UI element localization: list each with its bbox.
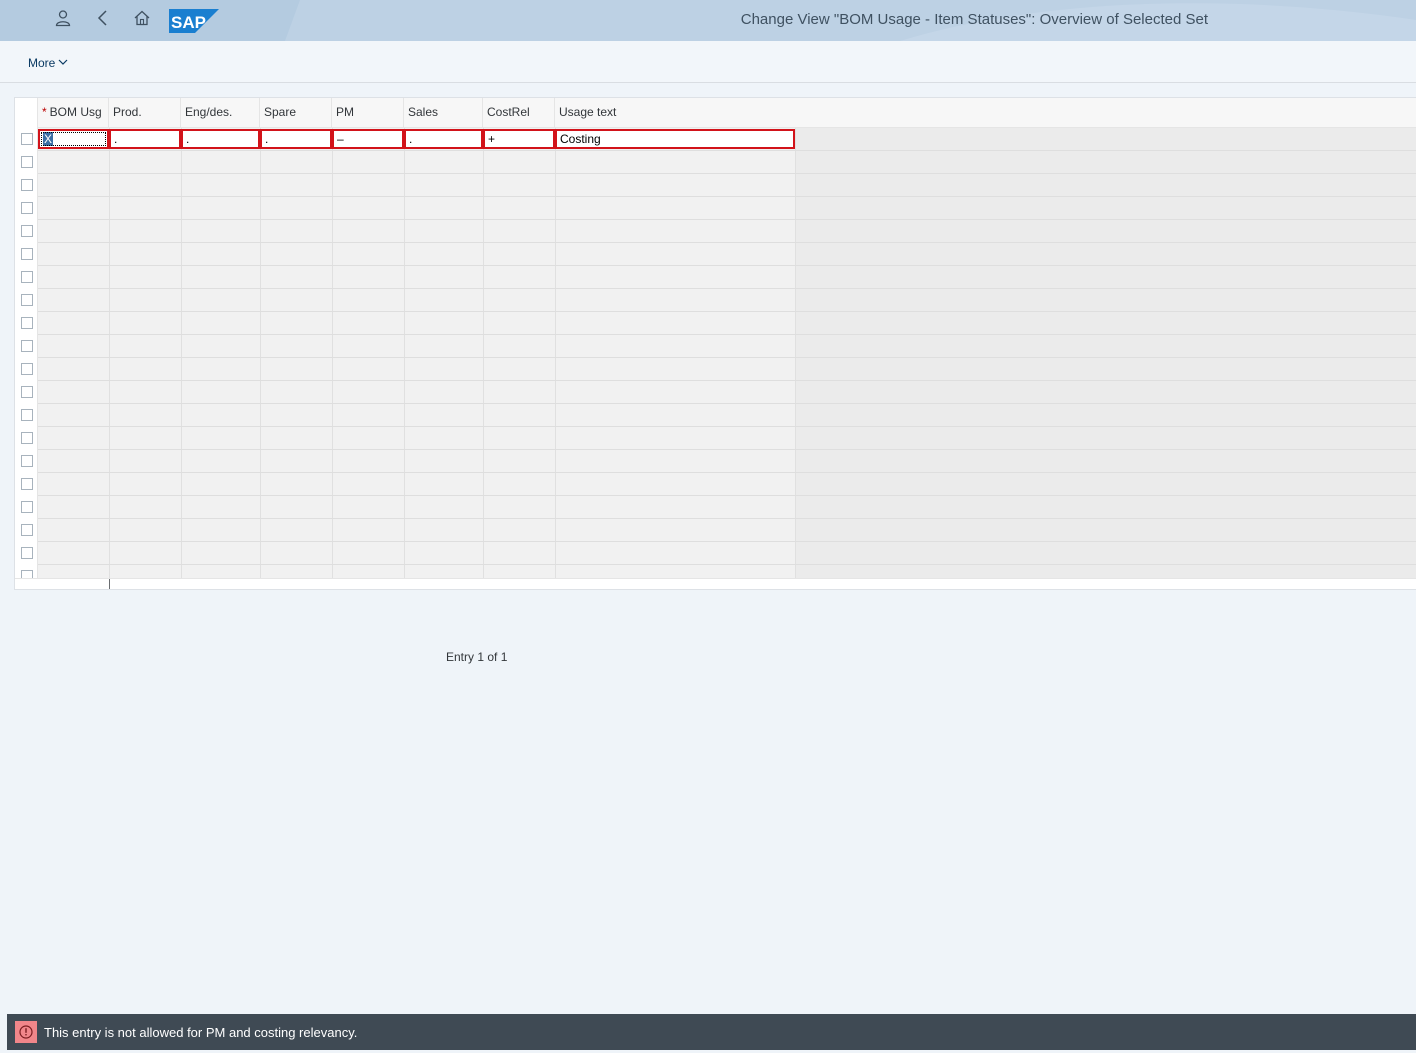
row-divider xyxy=(38,380,1416,381)
row-divider xyxy=(38,495,1416,496)
column-header-label: CostRel xyxy=(487,105,530,119)
column-header[interactable]: Sales xyxy=(404,98,483,128)
row-divider xyxy=(38,403,1416,404)
table-cell-input[interactable]: . xyxy=(181,129,260,149)
column-header[interactable]: PM xyxy=(332,98,404,128)
table-cell-input[interactable]: – xyxy=(332,129,404,149)
table-cell-input[interactable]: . xyxy=(260,129,332,149)
column-header-label: Prod. xyxy=(113,105,142,119)
row-select-checkbox[interactable] xyxy=(21,133,33,145)
user-menu-button[interactable] xyxy=(48,6,78,34)
row-select-checkbox[interactable] xyxy=(21,409,33,421)
row-select-checkbox[interactable] xyxy=(21,455,33,467)
table-header-row: * BOM Usg Prod. Eng/des. Spare PM Sales CostRel… xyxy=(15,98,1416,128)
row-divider xyxy=(38,449,1416,450)
row-divider xyxy=(38,173,1416,174)
row-select-checkbox[interactable] xyxy=(21,478,33,490)
more-label: More xyxy=(28,56,56,70)
table-body: X... –. + Costing xyxy=(38,128,1416,588)
row-select-checkbox[interactable] xyxy=(21,156,33,168)
row-select-checkbox[interactable] xyxy=(21,317,33,329)
user-icon xyxy=(54,9,72,32)
row-divider xyxy=(38,426,1416,427)
column-header[interactable]: Prod. xyxy=(109,98,181,128)
table-cell-input[interactable]: . xyxy=(404,129,483,149)
row-select-checkbox[interactable] xyxy=(21,294,33,306)
column-header-label: Usage text xyxy=(559,105,617,119)
row-divider xyxy=(38,242,1416,243)
column-header[interactable]: * BOM Usg xyxy=(38,98,109,128)
column-header-label: PM xyxy=(336,105,354,119)
row-select-checkbox[interactable] xyxy=(21,271,33,283)
required-marker: * xyxy=(42,105,47,119)
bom-usage-input[interactable]: X xyxy=(38,129,109,149)
row-select-checkbox[interactable] xyxy=(21,340,33,352)
row-divider xyxy=(38,518,1416,519)
table-control: * BOM Usg Prod. Eng/des. Spare PM Sales CostRel… xyxy=(14,97,1416,590)
column-header-label: BOM Usg xyxy=(49,105,102,119)
row-select-checkbox[interactable] xyxy=(21,202,33,214)
row-divider xyxy=(38,196,1416,197)
message-text: This entry is not allowed for PM and cos… xyxy=(44,1024,358,1040)
message-bar[interactable]: This entry is not allowed for PM and cos… xyxy=(7,1014,1416,1050)
column-header[interactable]: Eng/des. xyxy=(181,98,260,128)
cell-value: . xyxy=(409,132,413,146)
error-icon xyxy=(15,1021,37,1043)
sap-logo[interactable]: SAP xyxy=(169,9,219,33)
back-icon xyxy=(94,9,112,32)
more-button[interactable]: More xyxy=(28,54,68,72)
home-icon xyxy=(133,9,151,32)
row-select-checkbox[interactable] xyxy=(21,547,33,559)
row-divider xyxy=(38,334,1416,335)
svg-text:SAP: SAP xyxy=(171,13,206,32)
row-select-checkbox[interactable] xyxy=(21,179,33,191)
column-header-label: Eng/des. xyxy=(185,105,233,119)
row-select-checkbox[interactable] xyxy=(21,432,33,444)
row-selector-column xyxy=(15,98,38,582)
column-header[interactable]: Usage text xyxy=(555,98,795,128)
column-header-label: Spare xyxy=(264,105,297,119)
cell-value: . xyxy=(114,132,118,146)
table-scroll-marker[interactable] xyxy=(109,579,110,589)
row-divider xyxy=(38,472,1416,473)
cell-value: – xyxy=(337,132,344,146)
toolbar: More xyxy=(0,41,1416,83)
row-divider xyxy=(38,564,1416,565)
column-header-label: Sales xyxy=(408,105,439,119)
row-select-checkbox[interactable] xyxy=(21,248,33,260)
row-divider xyxy=(38,288,1416,289)
row-select-checkbox[interactable] xyxy=(21,225,33,237)
back-button[interactable] xyxy=(88,6,118,34)
row-divider xyxy=(38,311,1416,312)
table-cell-input[interactable]: + xyxy=(483,129,555,149)
cell-value: Costing xyxy=(560,132,601,146)
row-select-checkbox[interactable] xyxy=(21,501,33,513)
row-divider xyxy=(38,219,1416,220)
row-select-checkbox[interactable] xyxy=(21,524,33,536)
row-divider xyxy=(38,150,1416,151)
row-select-checkbox[interactable] xyxy=(21,363,33,375)
cell-value: . xyxy=(265,132,269,146)
entry-count: Entry 1 of 1 xyxy=(446,650,508,664)
table-cell-input[interactable]: . xyxy=(109,129,181,149)
row-select-checkbox[interactable] xyxy=(21,386,33,398)
table-cell-input[interactable]: Costing xyxy=(555,129,795,149)
page-title: Change View "BOM Usage - Item Statuses":… xyxy=(740,11,1208,28)
chevron-down-icon xyxy=(58,56,68,70)
shell-header: SAP Change View "BOM Usage - Item Status… xyxy=(0,0,1416,41)
row-divider xyxy=(38,357,1416,358)
column-header[interactable]: Spare xyxy=(260,98,332,128)
cell-value: X xyxy=(43,132,54,146)
home-button[interactable] xyxy=(127,6,157,34)
cell-value: + xyxy=(488,132,496,146)
table-footer xyxy=(15,578,1416,589)
column-header[interactable]: CostRel xyxy=(483,98,555,128)
row-divider xyxy=(38,265,1416,266)
cell-value: . xyxy=(186,132,190,146)
row-divider xyxy=(38,541,1416,542)
